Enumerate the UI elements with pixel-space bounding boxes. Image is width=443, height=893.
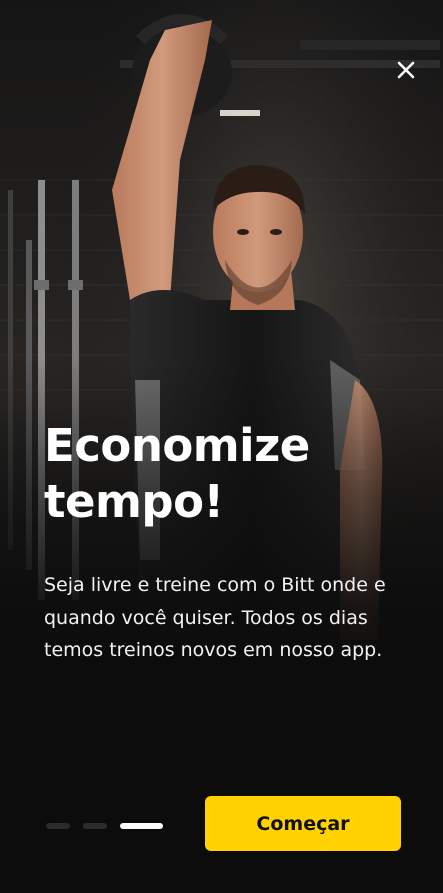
headline-line-1: Economize	[44, 419, 310, 472]
onboarding-screen: Economize tempo! Seja livre e treine com…	[0, 0, 443, 893]
close-icon	[397, 61, 415, 79]
headline-line-2: tempo!	[44, 475, 224, 528]
page-dot-1[interactable]	[46, 823, 70, 829]
start-button[interactable]: Começar	[205, 796, 401, 851]
start-button-label: Começar	[256, 812, 350, 835]
headline: Economize tempo!	[44, 418, 404, 530]
page-dot-3-active[interactable]	[120, 823, 163, 829]
page-dot-2[interactable]	[83, 823, 107, 829]
description-text: Seja livre e treine com o Bitt onde e qu…	[44, 574, 386, 661]
close-button[interactable]	[388, 52, 424, 88]
page-indicator	[46, 823, 163, 829]
